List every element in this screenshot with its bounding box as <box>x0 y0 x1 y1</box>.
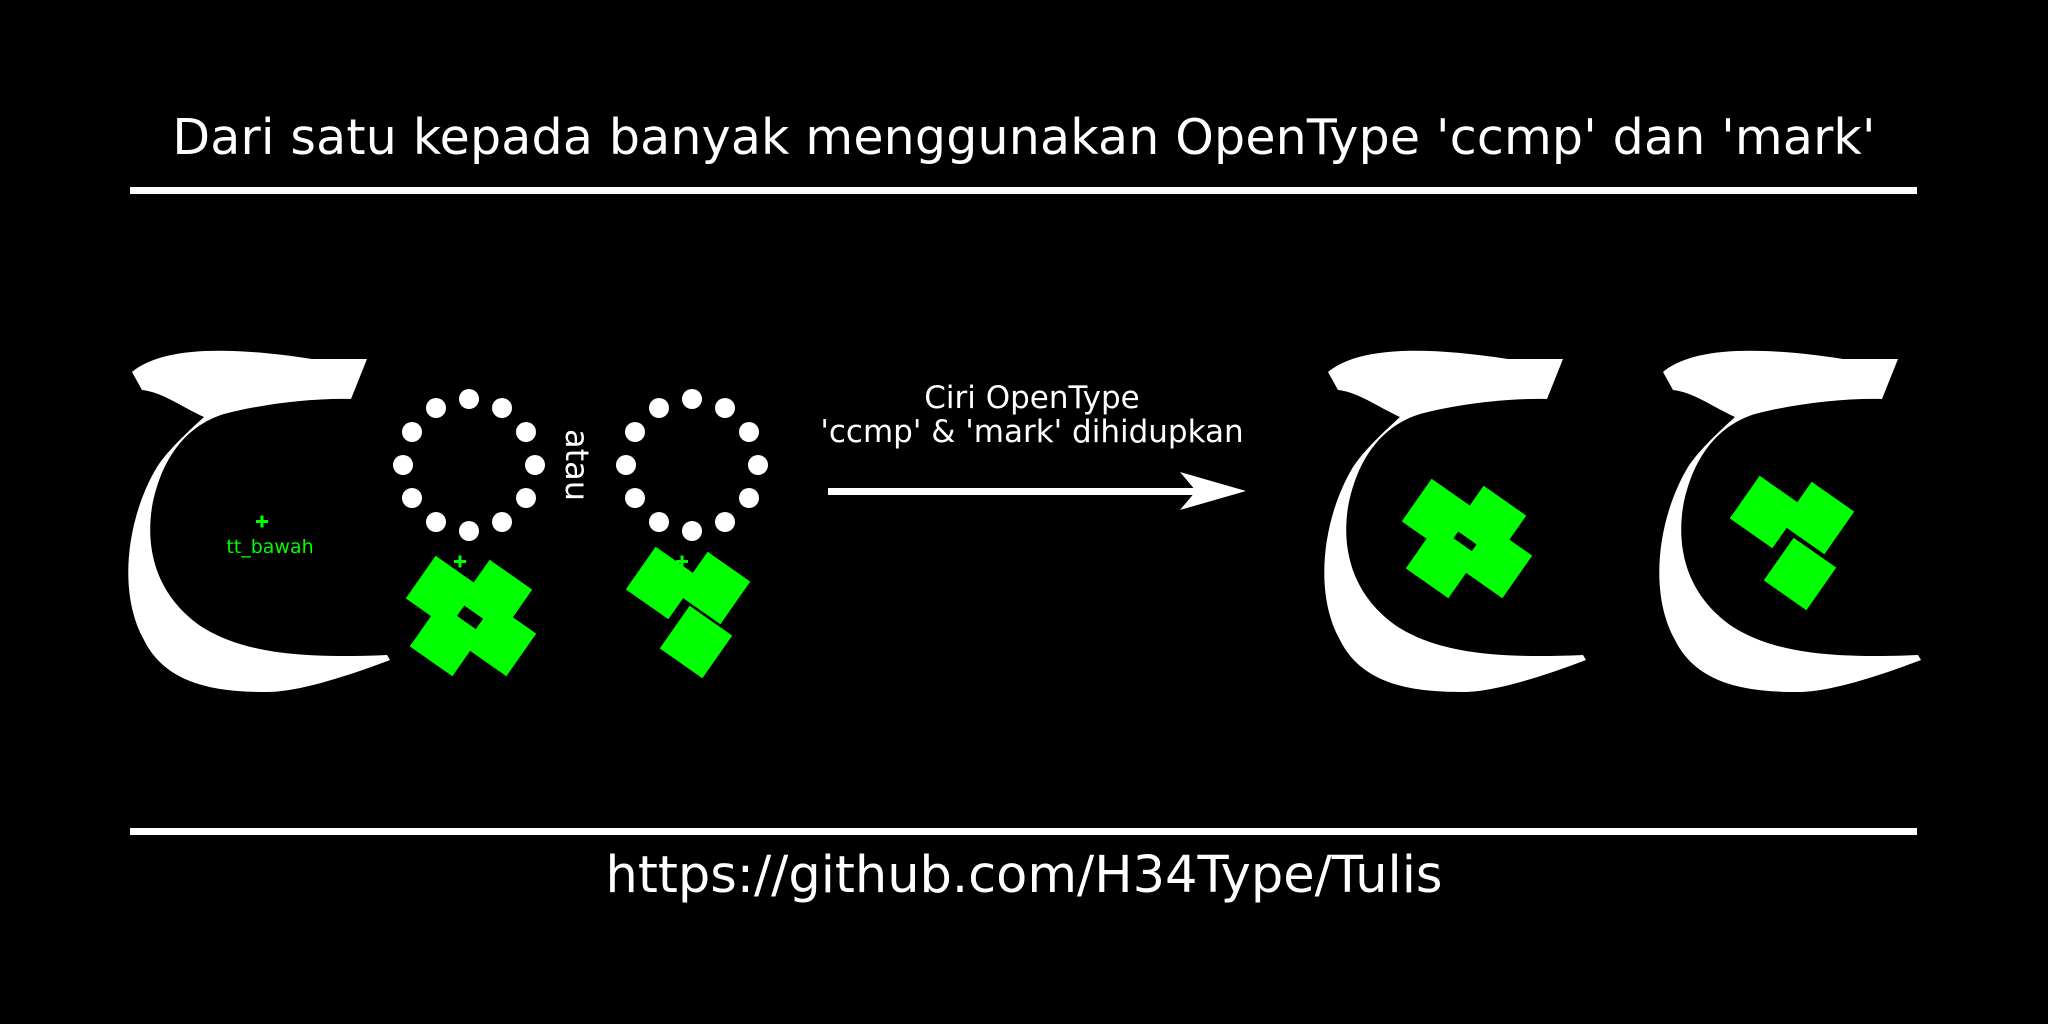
arrow-caption-line2: 'ccmp' & 'mark' dihidupkan <box>820 414 1243 450</box>
mark-anchor-icon <box>454 555 466 568</box>
right-arrow-icon <box>828 472 1246 510</box>
anchor-label: tt_bawah <box>226 536 313 558</box>
dotted-circle-icon <box>616 389 768 541</box>
arrow-caption-line1: Ciri OpenType <box>924 380 1139 416</box>
or-label: atau <box>558 429 596 501</box>
three-dot-mark-icon <box>625 546 751 679</box>
anchor-marker-icon <box>256 515 268 528</box>
three-dot-mark-icon <box>1729 475 1855 611</box>
four-dot-mark-icon <box>1401 478 1533 599</box>
bottom-divider <box>130 828 1917 835</box>
four-dot-mark-icon <box>405 555 537 677</box>
infographic: Dari satu kepada banyak menggunakan Open… <box>0 0 2048 1024</box>
dotted-circle-icon <box>393 389 545 541</box>
footer-url: https://github.com/H34Type/Tulis <box>605 846 1443 905</box>
